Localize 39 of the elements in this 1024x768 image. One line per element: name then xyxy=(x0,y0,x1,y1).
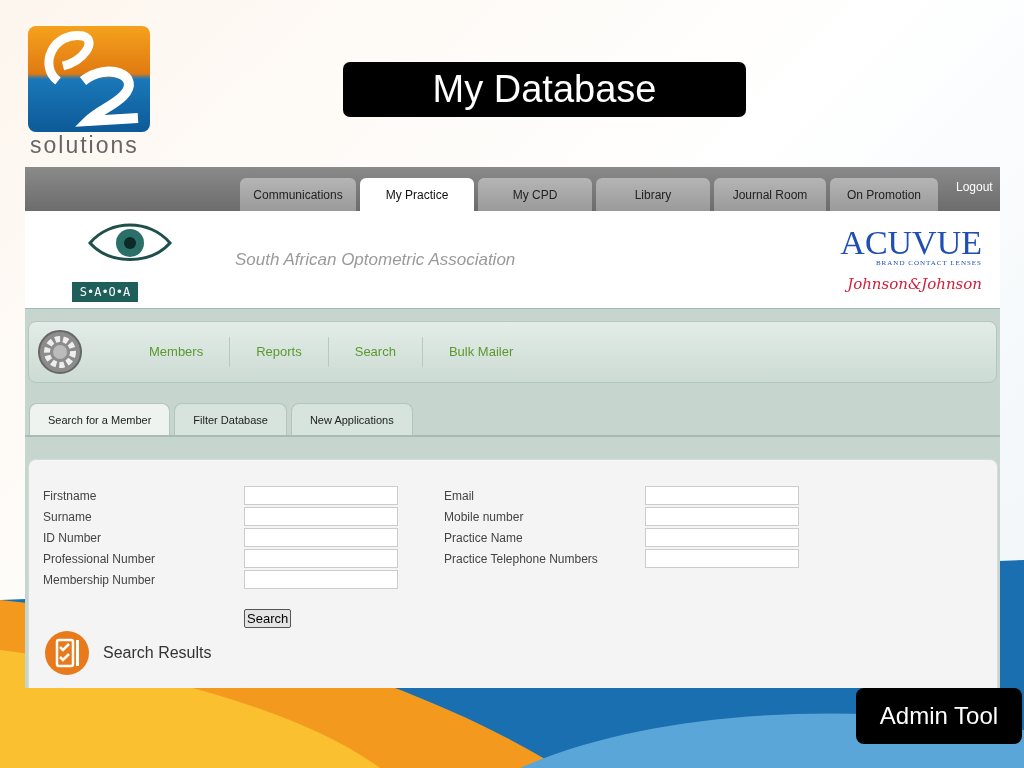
input-field[interactable] xyxy=(645,486,799,505)
input-field[interactable] xyxy=(645,549,799,568)
input-field[interactable] xyxy=(645,507,799,526)
input-field[interactable] xyxy=(645,528,799,547)
org-name: South African Optometric Association xyxy=(235,249,517,270)
field-label: Practice Telephone Numbers xyxy=(444,551,599,566)
sponsor-parent-logo: Johnson&Johnson xyxy=(847,274,982,293)
input-field[interactable] xyxy=(244,570,398,589)
results-heading: Search Results xyxy=(103,644,212,662)
field-label: Mobile number xyxy=(444,509,525,524)
checklist-icon xyxy=(43,630,91,676)
settings-icon xyxy=(37,329,83,375)
nav-tab[interactable]: On Promotion xyxy=(830,178,938,211)
sponsor-logo-text: ACUVUE xyxy=(840,226,982,259)
nav-tab[interactable]: My Practice xyxy=(360,178,474,211)
field-label: Surname xyxy=(43,509,93,524)
sub-tab[interactable]: Filter Database xyxy=(174,403,287,435)
logout-link[interactable]: Logout xyxy=(956,180,993,194)
input-field[interactable] xyxy=(244,486,398,505)
nav-tab[interactable]: My CPD xyxy=(478,178,592,211)
field-label: Practice Name xyxy=(444,530,524,545)
field-label: Firstname xyxy=(43,488,98,503)
field-label: ID Number xyxy=(43,530,102,545)
input-field[interactable] xyxy=(244,507,398,526)
nav-tab[interactable]: Journal Room xyxy=(714,178,826,211)
nav-tab[interactable]: Communications xyxy=(240,178,356,211)
search-button[interactable]: Search xyxy=(244,609,292,628)
input-field[interactable] xyxy=(244,528,398,547)
sub-tab[interactable]: Search for a Member xyxy=(29,403,171,435)
logo-text: solutions xyxy=(29,132,139,158)
slide-title: My Database xyxy=(343,62,746,117)
nav-tab[interactable]: Library xyxy=(596,178,710,211)
field-label: Professional Number xyxy=(43,551,157,566)
field-label: Membership Number xyxy=(43,572,157,587)
footer-badge: Admin Tool xyxy=(856,688,1022,744)
org-badge: S•A•O•A xyxy=(71,282,139,302)
field-label: Email xyxy=(444,488,475,503)
input-field[interactable] xyxy=(244,549,398,568)
sub-tab[interactable]: New Applications xyxy=(290,403,413,435)
